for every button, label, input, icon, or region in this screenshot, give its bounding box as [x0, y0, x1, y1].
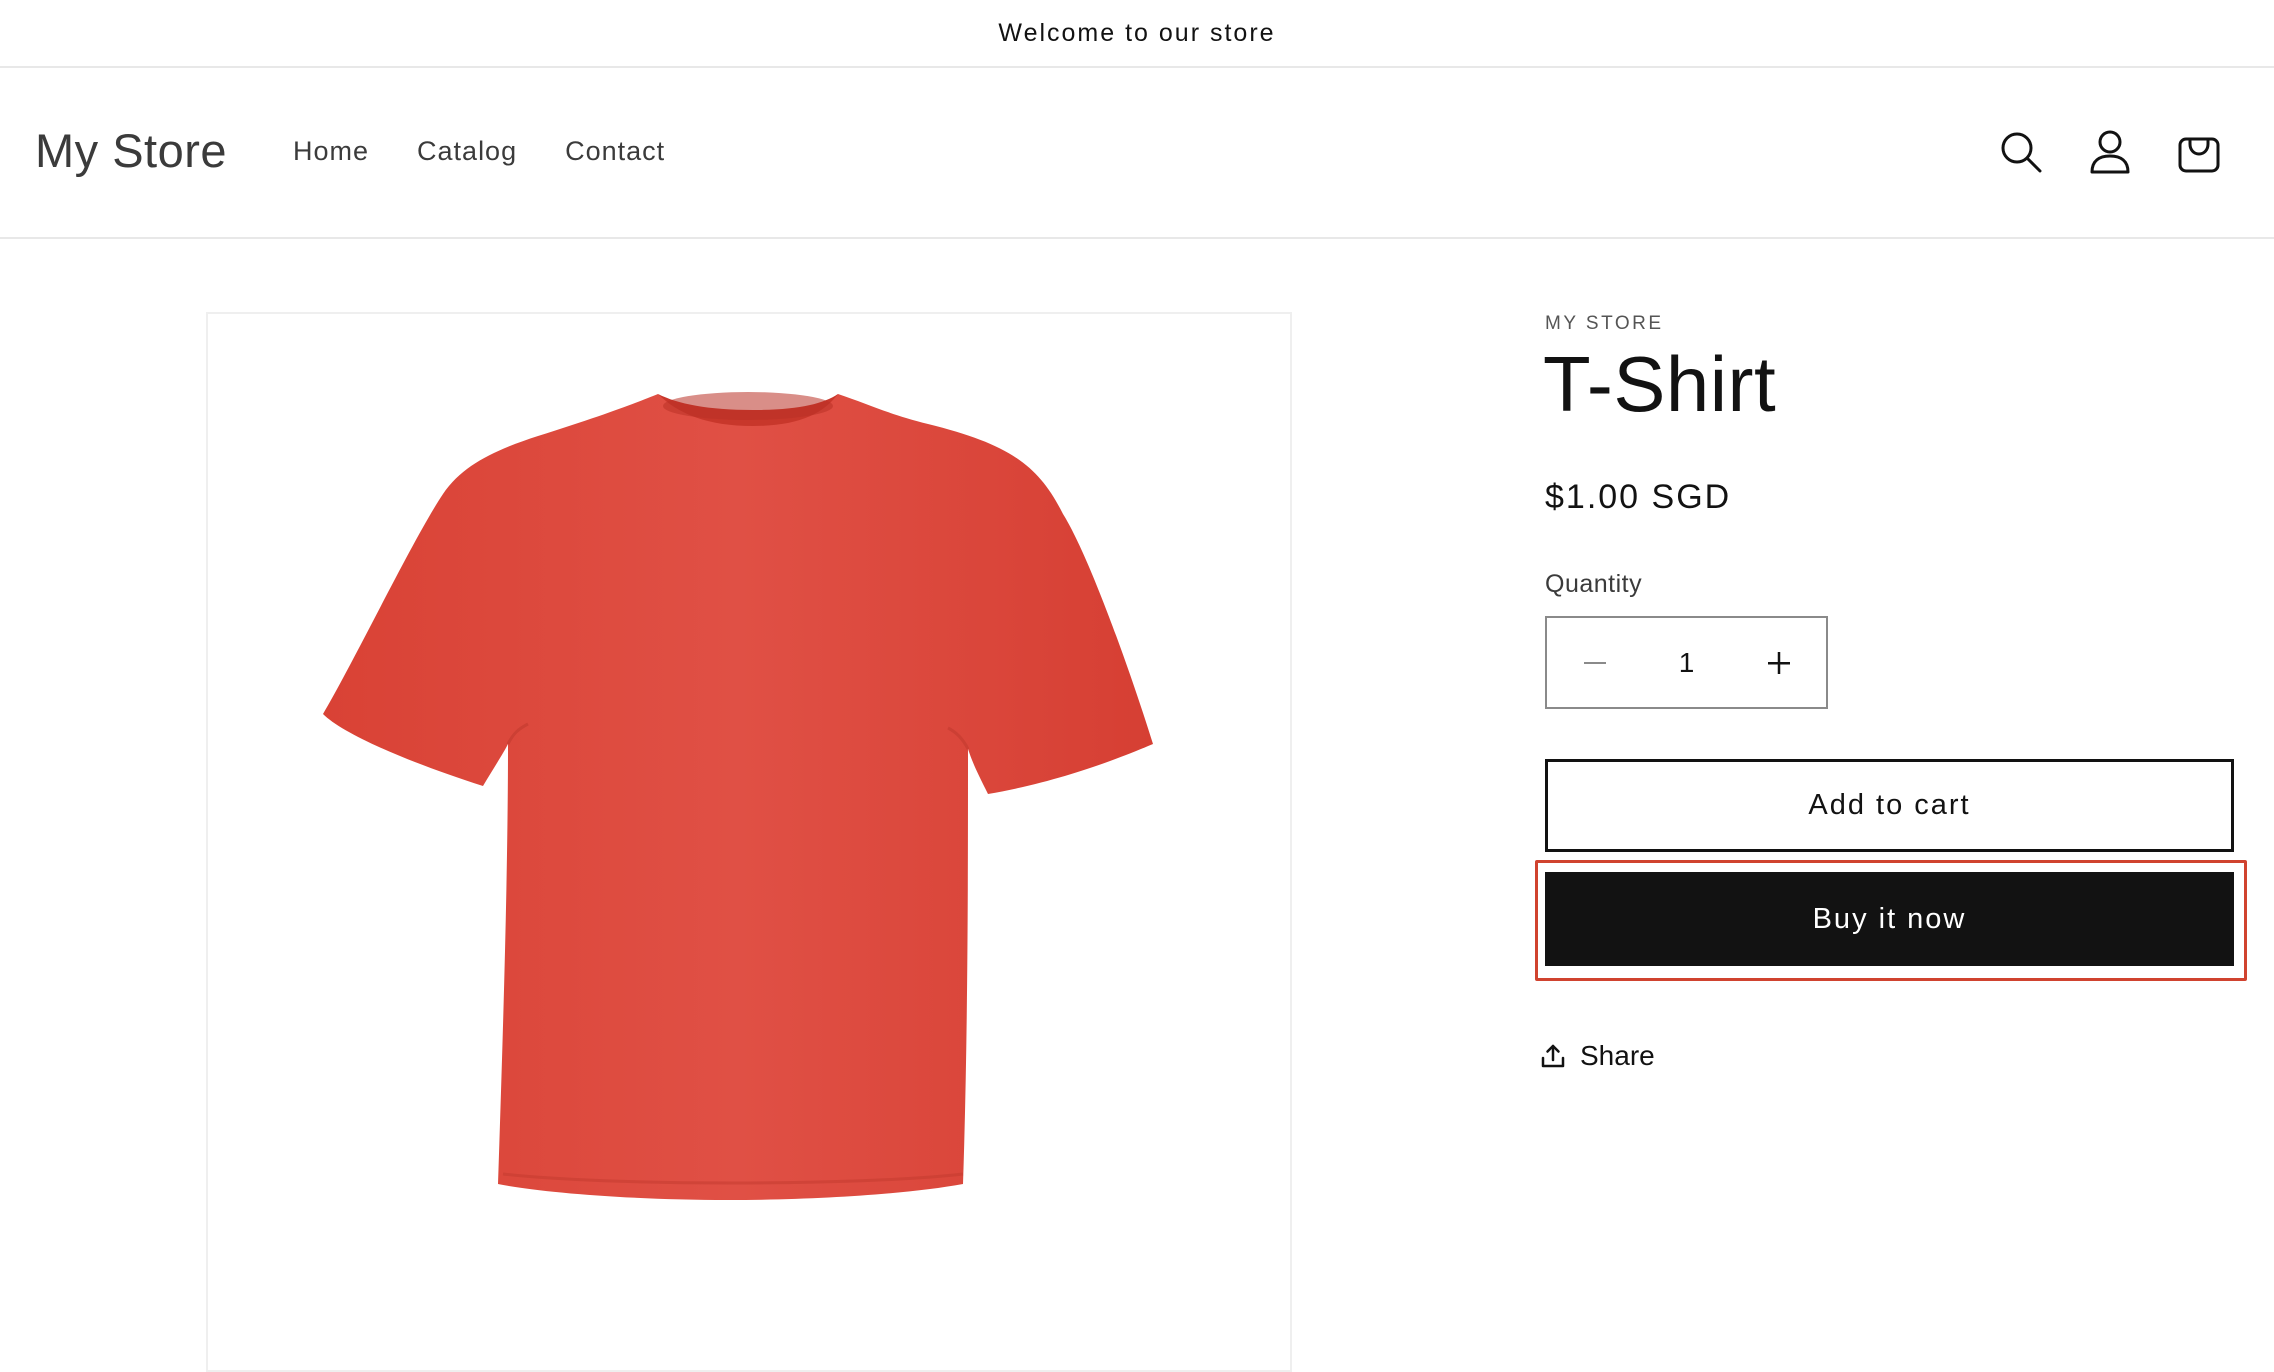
add-to-cart-button[interactable]: Add to cart: [1545, 759, 2234, 852]
product-price: $1.00 SGD: [1545, 478, 1732, 516]
buy-now-button[interactable]: Buy it now: [1545, 872, 2234, 966]
search-icon[interactable]: [1993, 124, 2049, 180]
cart-icon[interactable]: [2171, 124, 2227, 180]
nav-item-home[interactable]: Home: [293, 136, 369, 167]
product-title: T-Shirt: [1543, 340, 1777, 428]
announcement-bar: Welcome to our store: [0, 0, 2274, 68]
minus-icon: [1583, 661, 1606, 664]
nav-item-catalog[interactable]: Catalog: [417, 136, 517, 167]
quantity-stepper: [1545, 616, 1828, 709]
tshirt-image: [323, 392, 1153, 1200]
announcement-text: Welcome to our store: [998, 18, 1276, 47]
product-vendor: MY STORE: [1545, 313, 1664, 334]
quantity-label: Quantity: [1545, 570, 1643, 598]
decrease-quantity-button[interactable]: [1547, 618, 1642, 707]
main-nav: Home Catalog Contact: [293, 136, 713, 167]
site-header: My Store Home Catalog Contact: [0, 68, 2274, 239]
nav-item-contact[interactable]: Contact: [565, 136, 665, 167]
increase-quantity-button[interactable]: [1731, 618, 1826, 707]
share-icon: [1541, 1044, 1565, 1068]
store-logo[interactable]: My Store: [35, 123, 227, 178]
share-button[interactable]: Share: [1540, 1040, 1655, 1072]
plus-icon: [1767, 651, 1790, 674]
product-image[interactable]: [206, 312, 1292, 1372]
quantity-input[interactable]: [1646, 645, 1727, 680]
account-icon[interactable]: [2082, 124, 2138, 180]
share-label: Share: [1580, 1040, 1655, 1071]
